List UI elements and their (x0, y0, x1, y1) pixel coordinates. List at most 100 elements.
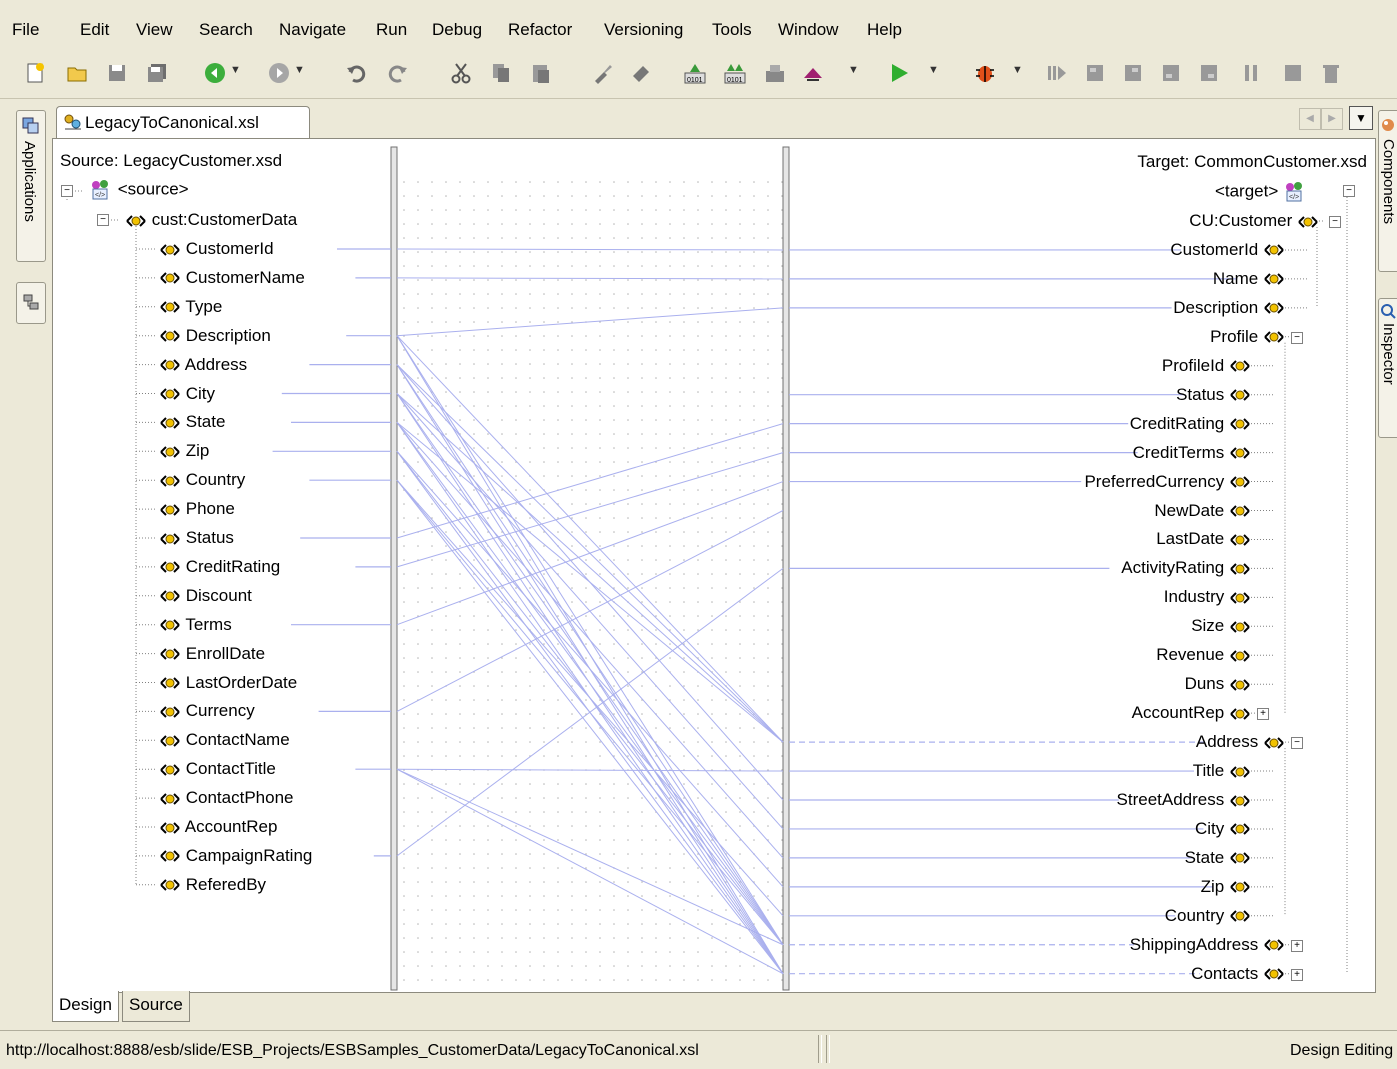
target-field-state-22[interactable]: State (1185, 848, 1251, 868)
target-field-lastdate-11[interactable]: LastDate (1156, 529, 1251, 549)
source-field-customername[interactable]: CustomerName (159, 268, 305, 288)
step-out-icon[interactable] (1160, 62, 1182, 84)
save-all-icon[interactable] (146, 62, 168, 84)
tab-design[interactable]: Design (52, 991, 119, 1022)
menu-refactor[interactable]: Refactor (508, 20, 572, 40)
target-field-accountrep-17[interactable]: AccountRep (1132, 703, 1251, 723)
debug-icon[interactable] (974, 62, 996, 84)
target-field-profile-4[interactable]: Profile (1210, 327, 1285, 347)
step-icon[interactable] (1046, 62, 1068, 84)
target-field-streetaddress-20[interactable]: StreetAddress (1117, 790, 1251, 810)
target-root-expander[interactable]: − (1343, 185, 1355, 197)
back-dropdown-icon[interactable]: ▼ (230, 64, 241, 76)
back-icon[interactable] (204, 62, 226, 84)
source-field-zip[interactable]: Zip (159, 441, 209, 461)
source-field-referedby[interactable]: ReferedBy (159, 875, 266, 895)
open-icon[interactable] (66, 62, 88, 84)
target-field-preferredcurrency-9[interactable]: PreferredCurrency (1084, 472, 1251, 492)
paste-icon[interactable] (530, 62, 552, 84)
source-field-creditrating[interactable]: CreditRating (159, 557, 280, 577)
rebuild-icon[interactable]: 0101 (724, 62, 746, 84)
source-field-contactname[interactable]: ContactName (159, 730, 290, 750)
target-expander-contacts[interactable]: + (1291, 968, 1303, 981)
target-field-description-3[interactable]: Description (1173, 298, 1285, 318)
source-field-state[interactable]: State (159, 412, 225, 432)
step-into-icon[interactable] (1122, 62, 1144, 84)
target-field-contacts-26[interactable]: Contacts (1191, 964, 1285, 984)
step-over-icon[interactable] (1084, 62, 1106, 84)
source-field-status[interactable]: Status (159, 528, 234, 548)
source-field-campaignrating[interactable]: CampaignRating (159, 846, 312, 866)
source-element-node[interactable]: cust:CustomerData (125, 210, 297, 230)
scroll-tabs-right-button[interactable]: ▶ (1321, 108, 1343, 130)
source-field-country[interactable]: Country (159, 470, 245, 490)
source-field-lastorderdate[interactable]: LastOrderDate (159, 673, 297, 693)
menu-edit[interactable]: Edit (80, 20, 109, 40)
resume-icon[interactable] (1198, 62, 1220, 84)
undo-icon[interactable] (346, 62, 368, 84)
target-field-industry-13[interactable]: Industry (1164, 587, 1251, 607)
target-field-country-24[interactable]: Country (1165, 906, 1251, 926)
target-expander-shippingaddress[interactable]: + (1291, 939, 1303, 952)
trash-icon[interactable] (1320, 62, 1342, 84)
menu-run[interactable]: Run (376, 20, 407, 40)
menu-tools[interactable]: Tools (712, 20, 752, 40)
menu-search[interactable]: Search (199, 20, 253, 40)
forward-icon[interactable] (268, 62, 290, 84)
menu-view[interactable]: View (136, 20, 173, 40)
target-field-customerid-1[interactable]: CustomerId (1170, 240, 1285, 260)
source-root-expander[interactable]: − (61, 185, 73, 197)
source-element-expander[interactable]: − (97, 214, 109, 226)
forward-dropdown-icon[interactable]: ▼ (294, 64, 305, 76)
target-field-status-6[interactable]: Status (1176, 385, 1251, 405)
menu-file[interactable]: File (12, 20, 39, 40)
save-icon[interactable] (106, 62, 128, 84)
target-field-creditrating-7[interactable]: CreditRating (1130, 414, 1251, 434)
source-field-type[interactable]: Type (159, 297, 222, 317)
source-field-discount[interactable]: Discount (159, 586, 252, 606)
target-field-size-14[interactable]: Size (1191, 616, 1251, 636)
target-field-revenue-15[interactable]: Revenue (1156, 645, 1251, 665)
editor-tab-legacytocanonical[interactable]: LegacyToCanonical.xsl (56, 106, 310, 139)
target-field-cu-customer-0[interactable]: CU:Customer (1189, 211, 1319, 231)
menu-versioning[interactable]: Versioning (604, 20, 683, 40)
brush-icon[interactable] (592, 62, 614, 84)
target-expander-cu-customer[interactable]: − (1329, 216, 1341, 228)
find-icon[interactable] (630, 62, 652, 84)
components-tab[interactable]: Components (1378, 110, 1397, 272)
tab-list-dropdown-button[interactable]: ▼ (1349, 106, 1373, 130)
source-root-node[interactable]: </> <source> (89, 179, 189, 201)
cut-icon[interactable] (450, 62, 472, 84)
copy-icon[interactable] (490, 62, 512, 84)
source-field-enrolldate[interactable]: EnrollDate (159, 644, 265, 664)
redo-icon[interactable] (386, 62, 408, 84)
debug-dropdown-icon[interactable]: ▼ (1012, 64, 1023, 76)
source-field-accountrep[interactable]: AccountRep (159, 817, 277, 837)
target-field-name-2[interactable]: Name (1213, 269, 1285, 289)
pause-icon[interactable] (1240, 62, 1262, 84)
deploy-dropdown-icon[interactable]: ▼ (848, 64, 859, 76)
applications-tab[interactable]: Applications (16, 110, 46, 262)
deploy-icon[interactable] (802, 62, 824, 84)
menu-debug[interactable]: Debug (432, 20, 482, 40)
run-icon[interactable] (888, 62, 910, 84)
source-field-currency[interactable]: Currency (159, 701, 255, 721)
target-field-shippingaddress-25[interactable]: ShippingAddress (1130, 935, 1285, 955)
source-field-phone[interactable]: Phone (159, 499, 235, 519)
source-field-terms[interactable]: Terms (159, 615, 232, 635)
connections-tab[interactable] (16, 282, 46, 324)
tab-source[interactable]: Source (122, 991, 190, 1022)
target-field-creditterms-8[interactable]: CreditTerms (1133, 443, 1251, 463)
menu-window[interactable]: Window (778, 20, 838, 40)
menu-navigate[interactable]: Navigate (279, 20, 346, 40)
target-field-activityrating-12[interactable]: ActivityRating (1121, 558, 1251, 578)
make-icon[interactable]: 0101 (684, 62, 706, 84)
target-field-zip-23[interactable]: Zip (1201, 877, 1251, 897)
source-field-city[interactable]: City (159, 384, 215, 404)
source-field-description[interactable]: Description (159, 326, 271, 346)
target-field-profileid-5[interactable]: ProfileId (1162, 356, 1251, 376)
source-field-contacttitle[interactable]: ContactTitle (159, 759, 276, 779)
source-field-address[interactable]: Address (159, 355, 247, 375)
target-field-city-21[interactable]: City (1195, 819, 1251, 839)
target-root-node[interactable]: <target> </> (1215, 181, 1307, 203)
